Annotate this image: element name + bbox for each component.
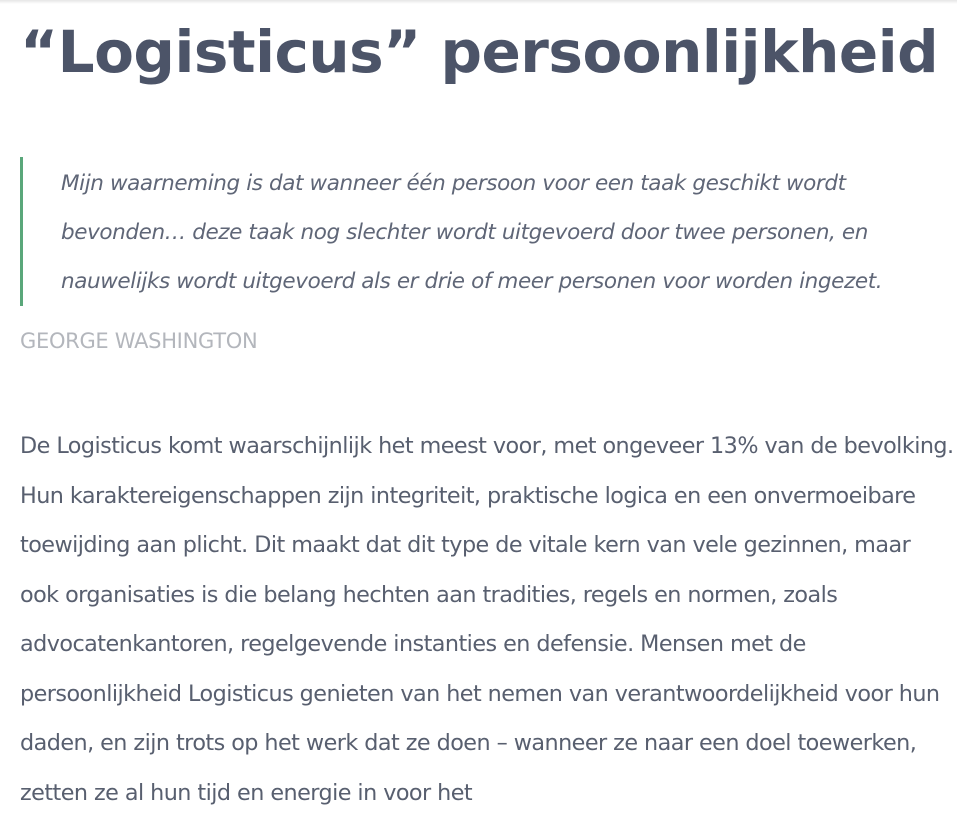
page-title: “Logisticus” persoonlijkheid [20, 18, 939, 86]
quote-author: GEORGE WASHINGTON [20, 329, 258, 353]
quote-text: Mijn waarneming is dat wanneer één perso… [61, 171, 883, 294]
body-paragraph: De Logisticus komt waarschijnlijk het me… [20, 433, 954, 806]
quote-block: Mijn waarneming is dat wanneer één perso… [20, 157, 940, 306]
top-shadow [0, 0, 957, 4]
